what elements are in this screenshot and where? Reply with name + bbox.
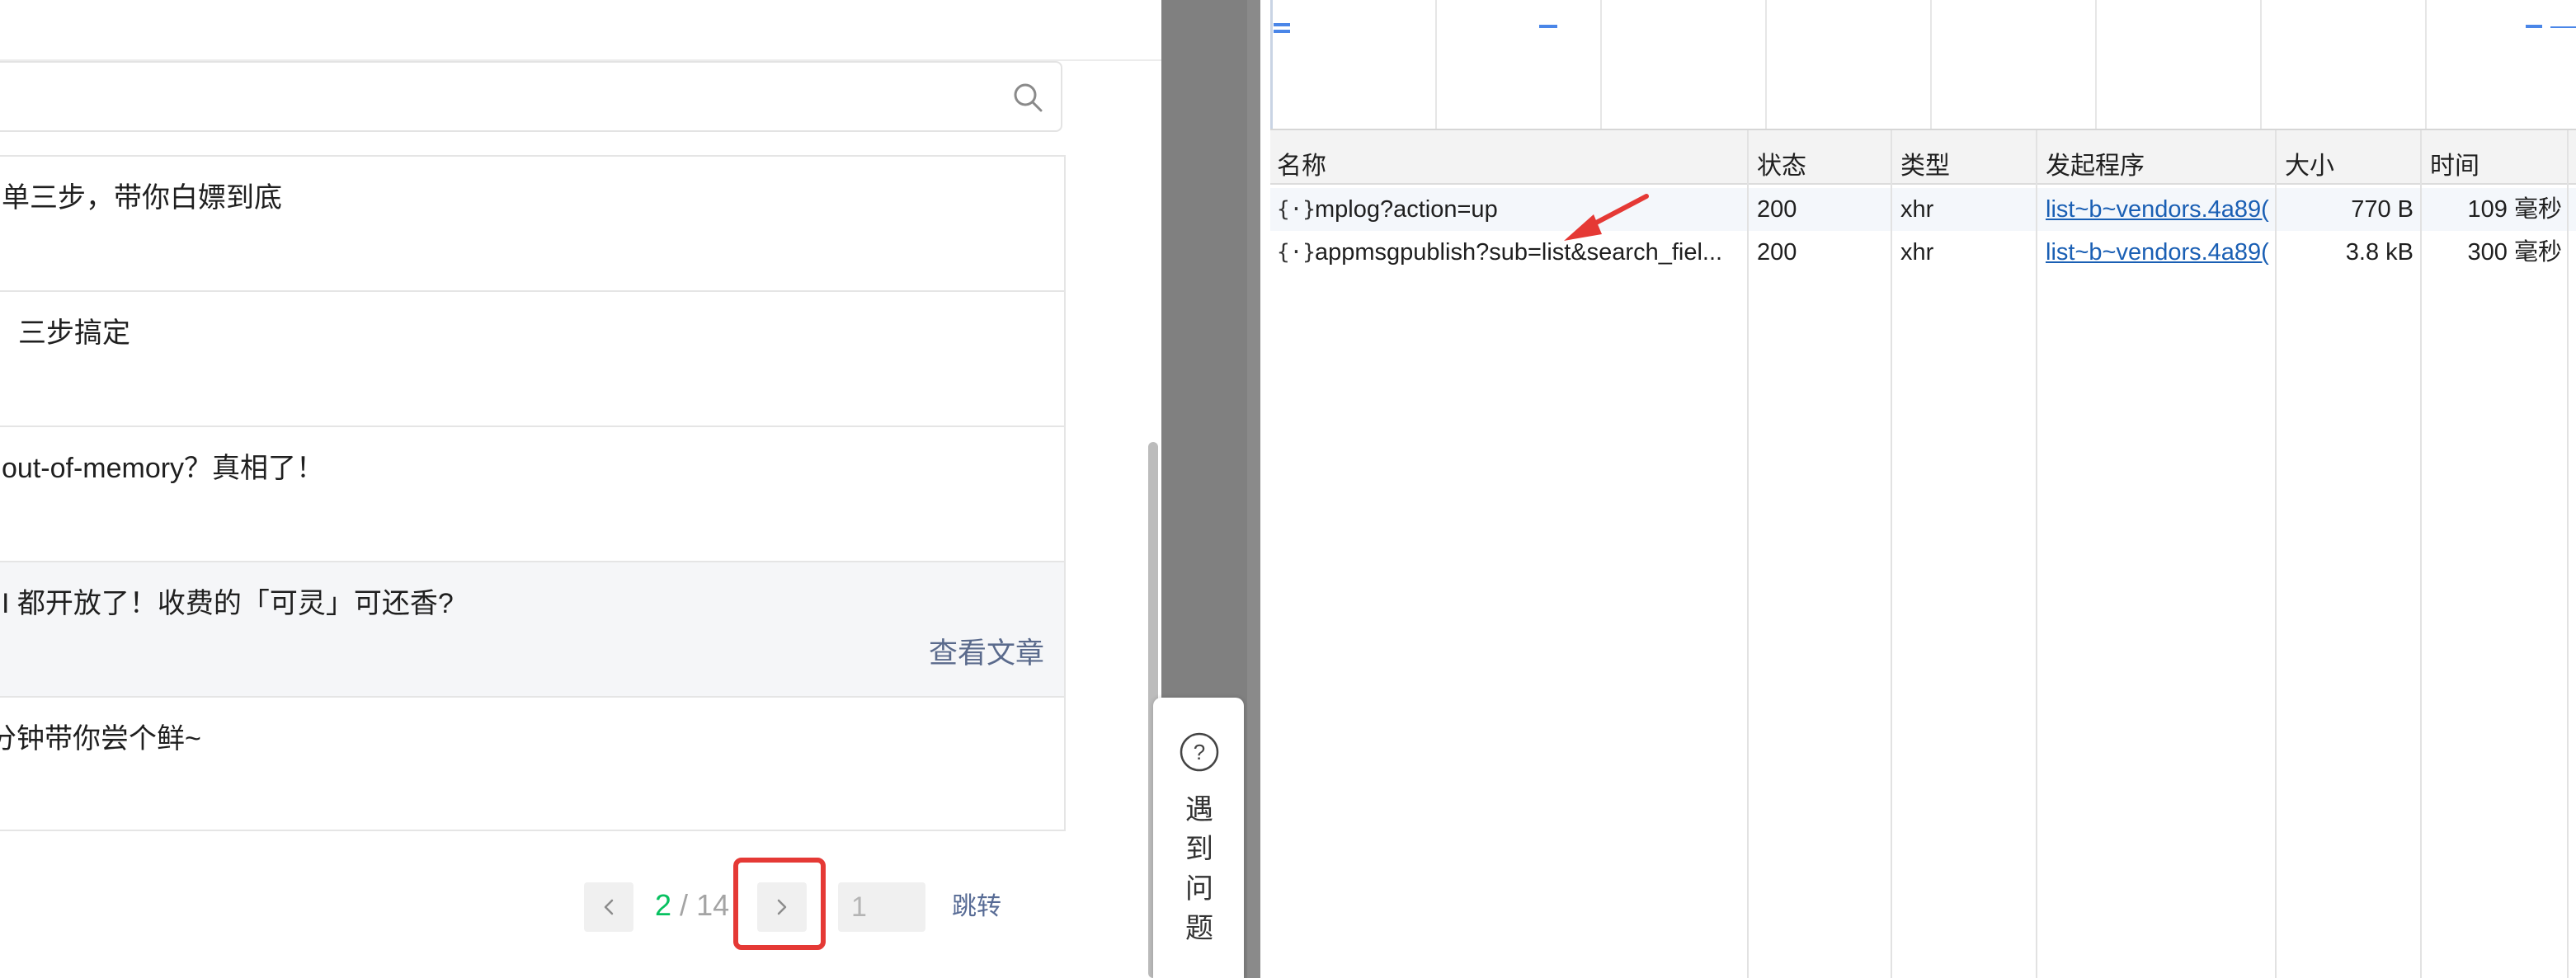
list-item[interactable]: 单三步，带你白嫖到底 <box>0 157 1064 292</box>
request-initiator-link[interactable]: list~b~vendors.4a89( <box>2046 188 2275 231</box>
overview-request-bar <box>1539 25 1557 28</box>
article-list: 单三步，带你白嫖到底 三步搞定 out-of-memory？真相了！ I 都开放… <box>0 155 1066 831</box>
column-divider <box>2275 130 2277 978</box>
xhr-icon: {·} <box>1277 197 1316 222</box>
request-time: 300 毫秒 <box>2467 239 2562 266</box>
column-header-time[interactable]: 时间 <box>2430 145 2479 181</box>
annotation-highlight-box <box>733 858 826 950</box>
search-input[interactable] <box>0 61 1062 132</box>
column-header-status[interactable]: 状态 <box>1757 145 1806 181</box>
column-divider <box>1891 130 1892 978</box>
overview-gridline <box>2425 0 2427 129</box>
request-name[interactable]: mplog?action=up <box>1315 188 1744 231</box>
xhr-icon: {·} <box>1277 240 1316 265</box>
prev-page-button[interactable] <box>584 882 633 932</box>
page-indicator: 2 / 14 <box>655 887 737 924</box>
page-separator: / <box>680 888 689 922</box>
overview-request-bar <box>2550 26 2576 28</box>
column-divider <box>2036 130 2037 978</box>
request-size: 3.8 kB <box>2345 239 2414 266</box>
chevron-left-icon <box>604 899 614 915</box>
overview-gridline <box>1435 0 1437 129</box>
request-name[interactable]: appmsgpublish?sub=list&search_fiel... <box>1315 231 1744 274</box>
overview-request-bar <box>1274 23 1290 26</box>
overview-gridline <box>1765 0 1767 129</box>
article-title: 分钟带你尝个鲜~ <box>0 723 201 755</box>
column-divider <box>1747 130 1749 978</box>
column-header-size[interactable]: 大小 <box>2285 145 2334 181</box>
list-item[interactable]: I 都开放了！收费的「可灵」可还香? 查看文章 <box>0 562 1064 698</box>
overview-request-bar <box>2526 25 2542 28</box>
jump-button[interactable]: 跳转 <box>952 889 1001 925</box>
column-header-type[interactable]: 类型 <box>1900 145 1950 181</box>
request-status: 200 <box>1757 239 1797 266</box>
article-title: I 都开放了！收费的「可灵」可还香? <box>2 588 454 619</box>
request-type: xhr <box>1900 196 1934 223</box>
overview-left-edge <box>1270 0 1273 129</box>
total-pages: 14 <box>696 888 730 922</box>
article-title: 单三步，带你白嫖到底 <box>2 182 282 214</box>
list-item[interactable]: 三步搞定 <box>0 292 1064 427</box>
column-divider <box>2420 130 2422 978</box>
help-label: 遇到问题 <box>1185 794 1213 944</box>
article-title: out-of-memory？真相了！ <box>2 453 325 484</box>
overview-gridline <box>1600 0 1602 129</box>
request-time: 109 毫秒 <box>2467 196 2562 223</box>
column-divider <box>2567 130 2569 978</box>
page-number-input[interactable] <box>838 882 925 932</box>
request-type: xhr <box>1900 239 1934 266</box>
view-article-link[interactable]: 查看文章 <box>929 630 1044 672</box>
question-circle-icon: ? <box>1180 732 1219 772</box>
search-icon[interactable] <box>1011 81 1044 114</box>
article-title: 三步搞定 <box>18 317 130 349</box>
request-status: 200 <box>1757 196 1797 223</box>
request-size: 770 B <box>2351 196 2414 223</box>
list-item[interactable]: 分钟带你尝个鲜~ <box>0 698 1064 833</box>
current-page: 2 <box>655 888 672 922</box>
column-header-name[interactable]: 名称 <box>1277 145 1326 181</box>
overview-gridline <box>2095 0 2097 129</box>
annotation-arrow-icon <box>1564 194 1649 241</box>
column-header-initiator[interactable]: 发起程序 <box>2046 145 2145 181</box>
overview-gridline <box>2260 0 2262 129</box>
list-item[interactable]: out-of-memory？真相了！ <box>0 427 1064 562</box>
overview-request-bar <box>1274 30 1290 33</box>
overview-gridline <box>1930 0 1932 129</box>
request-initiator-link[interactable]: list~b~vendors.4a89( <box>2046 231 2275 274</box>
svg-text:?: ? <box>1194 740 1205 764</box>
